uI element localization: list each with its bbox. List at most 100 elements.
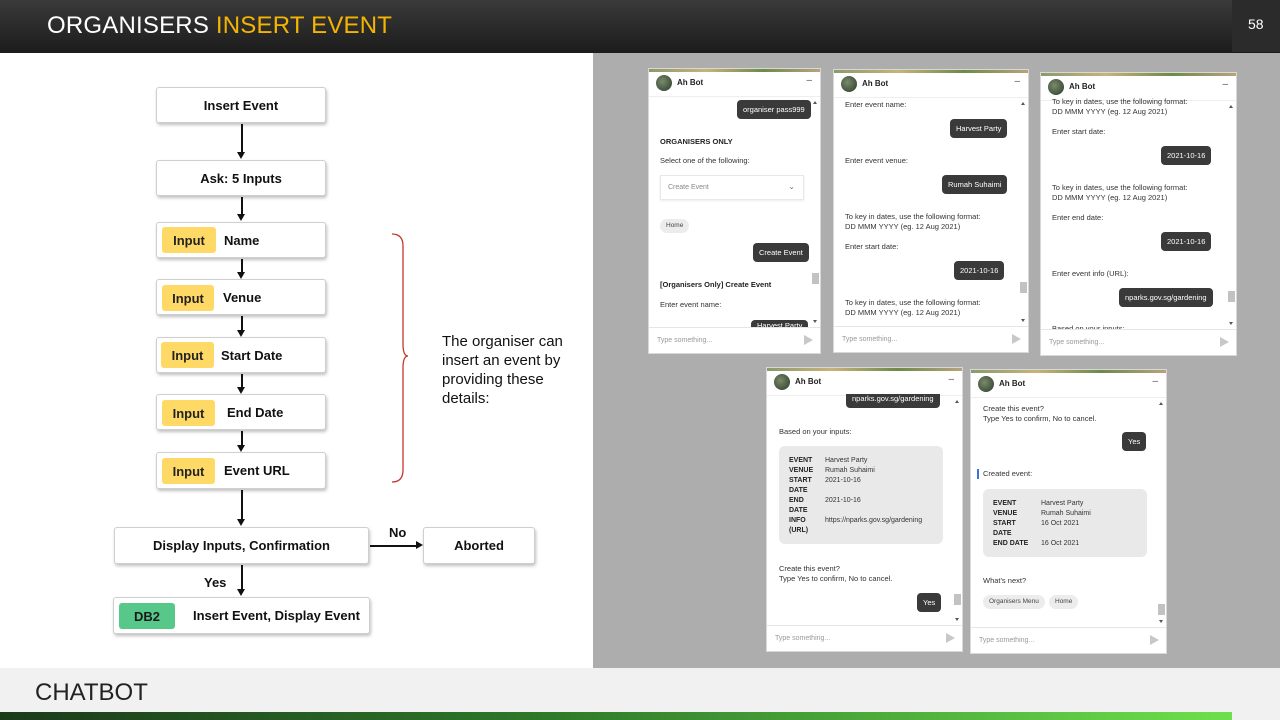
bot-message: What's next? [983, 576, 1027, 585]
scroll-up-icon[interactable] [955, 400, 959, 403]
scrollbar-thumb[interactable] [1228, 291, 1235, 302]
scroll-down-icon[interactable] [955, 618, 959, 621]
input-label-name: Name [224, 233, 260, 248]
chat-header: Ah Bot – [971, 373, 1166, 398]
chat-input-bar: Type something... [834, 326, 1028, 352]
bot-message: To key in dates, use the following forma… [1052, 97, 1188, 106]
bot-avatar [1048, 79, 1064, 95]
chevron-down-icon: ⌄ [788, 182, 795, 191]
scroll-up-icon[interactable] [813, 101, 817, 104]
user-message: nparks.gov.sg/gardening [1119, 288, 1213, 307]
page-number: 58 [1248, 16, 1264, 32]
user-message: 2021-10-16 [954, 261, 1005, 280]
no-label: No [389, 525, 407, 540]
chip-organisers-menu[interactable]: Organisers Menu [983, 595, 1045, 609]
scrollbar-thumb[interactable] [812, 273, 819, 284]
bot-message: Enter event venue: [845, 156, 908, 165]
flow-insert-event: Insert Event [156, 87, 326, 123]
db2-badge: DB2 [119, 603, 175, 629]
bot-message: Enter start date: [845, 242, 899, 251]
send-icon[interactable] [1220, 337, 1229, 347]
bot-message: To key in dates, use the following forma… [845, 298, 981, 307]
chat-input-bar: Type something... [1041, 329, 1236, 355]
chat-header: Ah Bot – [649, 72, 820, 97]
event-dropdown[interactable]: Create Event ⌄ [660, 175, 804, 200]
scroll-up-icon[interactable] [1159, 402, 1163, 405]
bot-message: DD MMM YYYY (eg. 12 Aug 2021) [845, 222, 961, 231]
input-badge: Input [162, 458, 215, 484]
bot-avatar [774, 374, 790, 390]
bot-avatar [841, 76, 857, 92]
bot-message: DD MMM YYYY (eg. 12 Aug 2021) [845, 308, 961, 317]
minimize-icon[interactable]: – [948, 374, 954, 385]
bot-message: Type Yes to confirm, No to cancel. [779, 574, 893, 583]
chat-input-bar: Type something... [767, 625, 962, 651]
bot-heading: ORGANISERS ONLY [660, 137, 733, 146]
scroll-down-icon[interactable] [1229, 322, 1233, 325]
scrollbar-thumb[interactable] [954, 594, 961, 605]
bot-name: Ah Bot [999, 379, 1026, 388]
user-message: Harvest Party [950, 119, 1008, 138]
send-icon[interactable] [1150, 635, 1159, 645]
bot-message: Created event: [983, 469, 1033, 478]
user-message: Yes [1122, 432, 1147, 451]
user-message: 2021-10-16 [1161, 146, 1212, 165]
scroll-down-icon[interactable] [1021, 319, 1025, 322]
chat-window-5: Ah Bot – Create this event? Type Yes to … [970, 369, 1167, 654]
chat-window-1: Ah Bot – organiser pass999 ORGANISERS ON… [648, 68, 821, 354]
minimize-icon[interactable]: – [1222, 79, 1228, 90]
send-icon[interactable] [946, 633, 955, 643]
bot-message: Enter event name: [845, 100, 907, 109]
bot-message: Enter event info (URL): [1052, 269, 1129, 278]
side-note: The organiser can insert an event by pro… [442, 333, 563, 407]
bot-message: Enter start date: [1052, 127, 1106, 136]
send-icon[interactable] [804, 335, 813, 345]
input-label-event-url: Event URL [224, 463, 290, 478]
scrollbar-thumb[interactable] [1020, 282, 1027, 293]
chip-home[interactable]: Home [1049, 595, 1079, 609]
slide-title: ORGANISERS INSERT EVENT [47, 12, 393, 39]
chat-window-3: Ah Bot – To key in dates, use the follow… [1040, 72, 1237, 356]
bot-message: Enter event name: [660, 300, 722, 309]
input-badge: Input [162, 227, 216, 253]
user-message: organiser pass999 [737, 100, 811, 119]
minimize-icon[interactable]: – [1152, 376, 1158, 387]
scroll-down-icon[interactable] [1159, 620, 1163, 623]
bot-message: To key in dates, use the following forma… [845, 212, 981, 221]
minimize-icon[interactable]: – [1014, 76, 1020, 87]
footer-accent-bar [0, 712, 1232, 720]
scroll-down-icon[interactable] [813, 320, 817, 323]
message-input[interactable]: Type something... [842, 336, 897, 343]
minimize-icon[interactable]: – [806, 75, 812, 86]
bot-message: DD MMM YYYY (eg. 12 Aug 2021) [1052, 107, 1168, 116]
bot-message: Type Yes to confirm, No to cancel. [983, 414, 1097, 423]
scroll-up-icon[interactable] [1021, 102, 1025, 105]
user-message: Yes [917, 593, 942, 612]
scrollbar-thumb[interactable] [1158, 604, 1165, 615]
chat-window-2: Ah Bot – Enter event name: Harvest Party… [833, 69, 1029, 353]
flow-display-confirmation: Display Inputs, Confirmation [114, 527, 369, 564]
input-badge: Input [162, 285, 214, 311]
bot-message: To key in dates, use the following forma… [1052, 183, 1188, 192]
created-event-card: EVENT Harvest Party VENUE Rumah Suhaimi ST… [983, 489, 1147, 557]
message-input[interactable]: Type something... [979, 637, 1034, 644]
message-input[interactable]: Type something... [775, 635, 830, 642]
input-label-end-date: End Date [227, 405, 284, 420]
send-icon[interactable] [1012, 334, 1021, 344]
header-bar: ORGANISERS INSERT EVENT [0, 0, 1280, 53]
chip-home[interactable]: Home [660, 219, 690, 233]
user-message: Rumah Suhaimi [942, 175, 1008, 194]
bot-heading: [Organisers Only] Create Event [660, 280, 772, 289]
message-input[interactable]: Type something... [1049, 339, 1104, 346]
bot-avatar [656, 75, 672, 91]
chat-input-bar: Type something... [971, 627, 1166, 653]
input-label-start-date: Start Date [221, 348, 283, 363]
slide: ORGANISERS INSERT EVENT Insert Event Ask… [0, 0, 1280, 720]
bot-message: Select one of the following: [660, 156, 750, 165]
yes-label: Yes [204, 575, 227, 590]
scroll-up-icon[interactable] [1229, 105, 1233, 108]
chat-header: Ah Bot – [767, 371, 962, 396]
bot-name: Ah Bot [795, 377, 822, 386]
chat-input-bar: Type something... [649, 327, 820, 353]
message-input[interactable]: Type something... [657, 337, 712, 344]
